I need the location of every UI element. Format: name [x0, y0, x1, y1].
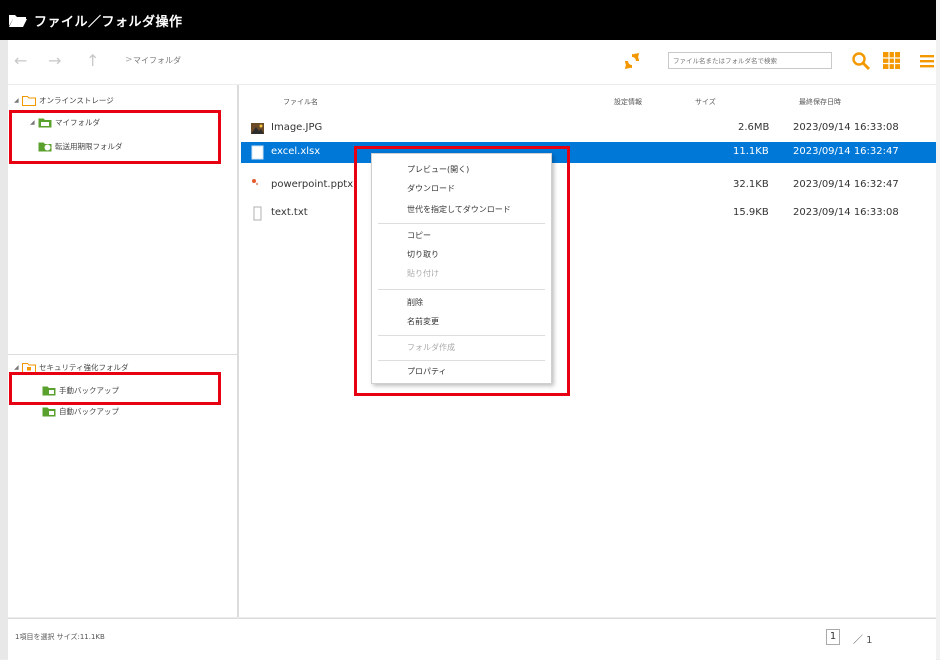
file-modified: 2023/09/14 16:32:47 — [793, 179, 899, 190]
text-file-icon — [253, 206, 262, 221]
file-row[interactable]: powerpoint.pptx 32.1KB 2023/09/14 16:32:… — [241, 175, 936, 196]
file-name: excel.xlsx — [271, 146, 321, 157]
window-edge — [936, 0, 940, 659]
highlight-box-context-menu — [354, 146, 570, 396]
page-number-input[interactable]: 1 — [826, 629, 840, 645]
file-row-selected[interactable]: excel.xlsx 11.1KB 2023/09/14 16:32:47 — [241, 142, 936, 163]
column-header-name[interactable]: ファイル名 — [283, 97, 318, 107]
file-modified: 2023/09/14 16:33:08 — [793, 207, 899, 218]
excel-file-icon — [251, 145, 264, 160]
breadcrumb[interactable]: マイフォルダ — [133, 55, 181, 66]
forward-arrow-icon[interactable]: → — [48, 53, 61, 69]
tree-label: オンラインストレージ — [39, 96, 114, 105]
highlight-box-manual-backup — [9, 372, 221, 405]
file-size: 32.1KB — [733, 179, 769, 190]
tree-item-online-storage[interactable]: ◢ オンラインストレージ — [14, 95, 114, 106]
search-input[interactable] — [668, 52, 832, 69]
page-total: ／ 1 — [853, 635, 873, 646]
file-name: powerpoint.pptx — [271, 179, 354, 190]
tree-item-auto-backup[interactable]: 自動バックアップ — [42, 406, 119, 417]
column-header-size[interactable]: サイズ — [695, 97, 716, 107]
title-bar: ファイル／フォルダ操作 — [0, 0, 936, 40]
window-edge-left — [0, 40, 8, 659]
search-icon[interactable] — [851, 51, 871, 71]
file-size: 2.6MB — [738, 122, 770, 133]
file-row[interactable]: text.txt 15.9KB 2023/09/14 16:33:08 — [241, 203, 936, 224]
image-file-icon — [251, 123, 264, 134]
refresh-icon[interactable] — [623, 52, 641, 70]
selection-status: 1項目を選択 サイズ:11.1KB — [15, 633, 105, 641]
file-row[interactable]: Image.JPG 2.6MB 2023/09/14 16:33:08 — [241, 118, 936, 139]
window-title: ファイル／フォルダ操作 — [34, 14, 183, 30]
up-arrow-icon[interactable]: ↑ — [86, 53, 99, 69]
folder-outline-icon — [22, 96, 36, 106]
file-list: ファイル名 設定情報 サイズ 最終保存日時 Image.JPG 2.6MB 20… — [239, 85, 936, 617]
file-size: 11.1KB — [733, 146, 769, 157]
folder-backup-icon — [42, 407, 56, 417]
file-name: Image.JPG — [271, 122, 323, 133]
file-name: text.txt — [271, 207, 308, 218]
file-size: 15.9KB — [733, 207, 769, 218]
file-modified: 2023/09/14 16:32:47 — [793, 146, 899, 157]
grid-view-icon[interactable] — [882, 51, 901, 70]
collapse-arrow-icon[interactable]: ◢ — [14, 364, 22, 371]
collapse-arrow-icon[interactable]: ◢ — [14, 97, 22, 104]
toolbar: ← → ↑ > マイフォルダ — [8, 40, 936, 84]
back-arrow-icon[interactable]: ← — [14, 53, 27, 69]
folder-open-icon — [9, 15, 27, 27]
list-menu-icon[interactable] — [918, 53, 936, 69]
powerpoint-file-icon — [252, 179, 259, 186]
file-modified: 2023/09/14 16:33:08 — [793, 122, 899, 133]
column-header-settings[interactable]: 設定情報 — [614, 97, 642, 107]
column-header-modified[interactable]: 最終保存日時 — [799, 97, 841, 107]
tree-label: 自動バックアップ — [59, 407, 119, 416]
status-bar: 1項目を選択 サイズ:11.1KB 1 ／ 1 — [8, 618, 936, 660]
highlight-box-online-storage — [9, 110, 221, 164]
breadcrumb-separator-icon: > — [125, 55, 133, 65]
